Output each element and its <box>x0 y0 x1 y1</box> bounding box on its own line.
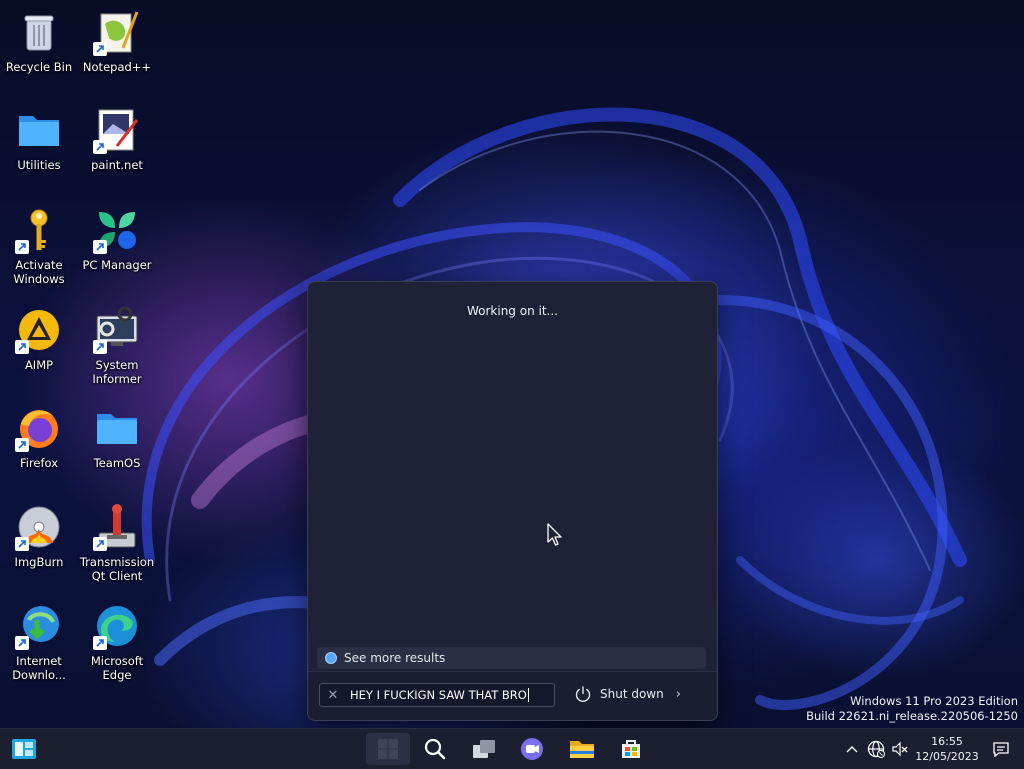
start-search-panel: Working on it... See more results ✕ HEY … <box>307 281 718 721</box>
desktop-icon-label: ImgBurn <box>14 555 64 569</box>
taskbar-clock[interactable]: 16:55 12/05/2023 <box>912 734 982 764</box>
microsoft-store-icon <box>622 740 640 758</box>
system-informer-icon <box>93 306 141 354</box>
watermark-edition: Windows 11 Pro 2023 Edition <box>850 694 1018 708</box>
desktop-icon-notepad-plus-plus[interactable]: Notepad++ <box>79 8 155 74</box>
shortcut-arrow-icon <box>93 636 107 650</box>
desktop-icon-microsoft-edge[interactable]: Microsoft Edge <box>79 602 155 682</box>
desktop-icon-label: Recycle Bin <box>5 60 73 74</box>
desktop-icon-label: Utilities <box>17 158 61 172</box>
see-more-results-button[interactable]: See more results <box>317 647 706 669</box>
shortcut-arrow-icon <box>93 340 107 354</box>
edge-icon <box>93 602 141 650</box>
windows-edition-watermark: Windows 11 Pro 2023 Edition Build 22621.… <box>806 694 1018 724</box>
paint-net-icon <box>93 106 141 154</box>
desktop-icon-label: Notepad++ <box>82 60 152 74</box>
desktop-icon-label: paint.net <box>91 158 143 172</box>
recycle-bin-icon <box>15 8 63 56</box>
task-view-button[interactable] <box>464 733 504 765</box>
clock-date: 12/05/2023 <box>915 750 979 763</box>
folder-icon <box>15 106 63 154</box>
volume-button[interactable] <box>889 729 911 769</box>
text-caret <box>527 688 529 702</box>
watermark-build: Build 22621.ni_release.220506-1250 <box>806 709 1018 723</box>
imgburn-icon <box>15 503 63 551</box>
mouse-pointer-icon <box>547 523 562 546</box>
shortcut-arrow-icon <box>15 636 29 650</box>
search-icon <box>424 738 446 760</box>
network-globe-icon <box>867 740 885 758</box>
desktop-icon-recycle-bin[interactable]: Recycle Bin <box>1 8 77 74</box>
pc-manager-icon <box>93 206 141 254</box>
desktop-icon-label: Microsoft Edge <box>90 654 144 682</box>
volume-muted-icon <box>892 741 908 757</box>
folder-icon <box>93 404 141 452</box>
desktop-icon-label: Transmission Qt Client <box>79 555 155 583</box>
desktop-icon-aimp[interactable]: AIMP <box>1 306 77 372</box>
file-explorer-icon <box>570 741 594 758</box>
teams-chat-icon <box>521 738 543 760</box>
chevron-right-icon[interactable]: › <box>676 687 681 702</box>
desktop-icon-label: Firefox <box>19 456 59 470</box>
file-explorer-button[interactable] <box>562 733 602 765</box>
desktop-icon-label: Activate Windows <box>13 258 65 286</box>
shortcut-arrow-icon <box>15 438 29 452</box>
shortcut-arrow-icon <box>93 537 107 551</box>
search-input-value: HEY I FUCKIGN SAW THAT BRO <box>350 688 527 702</box>
widgets-icon <box>12 739 36 759</box>
notifications-icon <box>993 742 1009 757</box>
notifications-button[interactable] <box>988 729 1014 769</box>
desktop-icon-label: PC Manager <box>82 258 152 272</box>
taskbar: 16:55 12/05/2023 <box>0 728 1024 769</box>
desktop-icon-label: Internet Downlo... <box>12 654 66 682</box>
internet-download-manager-icon <box>15 602 63 650</box>
power-icon <box>575 686 591 702</box>
start-button[interactable] <box>366 733 410 765</box>
microsoft-store-button[interactable] <box>611 733 651 765</box>
desktop-icon-internet-download-manager[interactable]: Internet Downlo... <box>1 602 77 682</box>
clock-time: 16:55 <box>931 735 963 748</box>
shortcut-arrow-icon <box>93 240 107 254</box>
search-input[interactable]: ✕ HEY I FUCKIGN SAW THAT BRO <box>319 683 555 707</box>
windows-logo-icon <box>378 739 398 759</box>
chevron-up-icon <box>846 746 858 753</box>
shut-down-label: Shut down <box>600 687 664 701</box>
desktop-icon-label: TeamOS <box>93 456 141 470</box>
desktop-icon-utilities[interactable]: Utilities <box>1 106 77 172</box>
desktop-icon-pc-manager[interactable]: PC Manager <box>79 206 155 272</box>
desktop-icon-label: AIMP <box>24 358 54 372</box>
shut-down-button[interactable]: Shut down › <box>574 685 681 703</box>
search-button[interactable] <box>415 733 455 765</box>
desktop-icon-teamos[interactable]: TeamOS <box>79 404 155 470</box>
shortcut-arrow-icon <box>93 42 107 56</box>
show-hidden-icons-button[interactable] <box>842 729 862 769</box>
desktop-icon-activate-windows[interactable]: Activate Windows <box>1 206 77 286</box>
see-more-results-label: See more results <box>344 651 446 665</box>
clear-search-icon[interactable]: ✕ <box>326 688 340 703</box>
search-status-text: Working on it... <box>466 304 558 318</box>
shortcut-arrow-icon <box>15 340 29 354</box>
aimp-icon <box>15 306 63 354</box>
search-result-icon <box>325 652 337 664</box>
desktop-icon-transmission[interactable]: Transmission Qt Client <box>79 503 155 583</box>
desktop-icon-label: System Informer <box>92 358 142 386</box>
desktop-icon-imgburn[interactable]: ImgBurn <box>1 503 77 569</box>
firefox-icon <box>15 404 63 452</box>
desktop-icon-system-informer[interactable]: System Informer <box>79 306 155 386</box>
widgets-button[interactable] <box>4 733 44 765</box>
notepad-plus-plus-icon <box>93 8 141 56</box>
transmission-icon <box>93 503 141 551</box>
key-icon <box>15 206 63 254</box>
task-view-icon <box>473 740 495 758</box>
shortcut-arrow-icon <box>93 140 107 154</box>
start-panel-footer: ✕ HEY I FUCKIGN SAW THAT BRO Shut down › <box>308 671 717 720</box>
teams-chat-button[interactable] <box>512 733 552 765</box>
desktop-icon-paint-net[interactable]: paint.net <box>79 106 155 172</box>
desktop-icon-firefox[interactable]: Firefox <box>1 404 77 470</box>
network-status-button[interactable] <box>865 729 887 769</box>
shortcut-arrow-icon <box>15 240 29 254</box>
shortcut-arrow-icon <box>15 537 29 551</box>
